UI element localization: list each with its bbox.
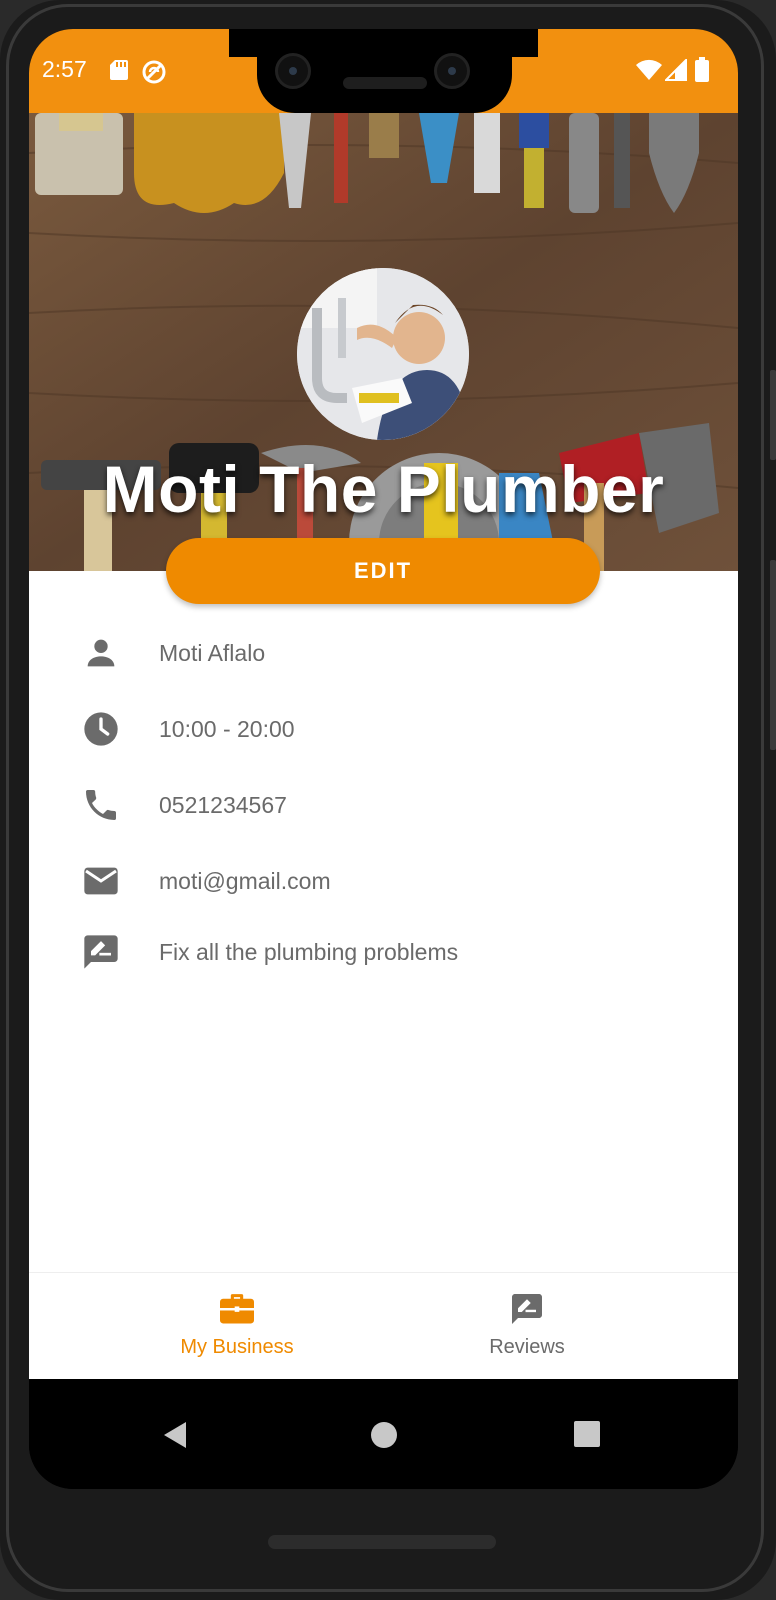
phone-text: 0521234567 [159, 792, 287, 818]
phone-icon [86, 790, 116, 820]
back-icon[interactable] [162, 1420, 188, 1450]
description-text: Fix all the plumbing problems [159, 939, 459, 965]
signal-icon [665, 59, 687, 81]
description-icon [84, 935, 118, 969]
email-text: moti@gmail.com [159, 868, 331, 894]
battery-icon [695, 57, 709, 82]
system-navigation-bar [29, 1379, 738, 1489]
power-button [770, 370, 776, 460]
phone-row[interactable]: 0521234567 [29, 775, 738, 835]
person-icon [87, 639, 115, 667]
phone-frame: 2:57 Moti The Plumber Moti Aflalo 10:00 … [0, 0, 776, 1600]
front-camera [275, 53, 311, 89]
profile-header: Moti The Plumber [29, 113, 738, 571]
recents-icon[interactable] [574, 1421, 600, 1447]
volume-button [770, 560, 776, 750]
owner-name-row: Moti Aflalo [29, 623, 738, 683]
briefcase-icon [220, 1294, 254, 1324]
nav-item-my-business[interactable]: My Business [117, 1273, 357, 1380]
sd-card-icon [110, 60, 128, 80]
description-row: Fix all the plumbing problems [29, 922, 738, 982]
status-bar: 2:57 [29, 29, 738, 113]
status-time: 2:57 [42, 56, 87, 82]
hours-text: 10:00 - 20:00 [159, 716, 295, 742]
profile-avatar [297, 268, 469, 440]
email-row[interactable]: moti@gmail.com [29, 851, 738, 911]
hours-row: 10:00 - 20:00 [29, 699, 738, 759]
business-details-panel: Moti Aflalo 10:00 - 20:00 0521234567 mot… [29, 571, 738, 1283]
notch-shoulder [510, 29, 538, 57]
business-name-title: Moti The Plumber [102, 452, 665, 526]
notch-shoulder [229, 29, 257, 57]
rate-review-icon [512, 1294, 542, 1324]
bottom-navigation: My Business Reviews [29, 1272, 738, 1380]
sync-icon [142, 60, 166, 84]
edit-button[interactable]: EDIT [166, 538, 600, 604]
plumber-photo [297, 268, 469, 440]
clock-icon [84, 712, 118, 746]
home-icon[interactable] [370, 1421, 398, 1449]
front-camera [434, 53, 470, 89]
owner-name-text: Moti Aflalo [159, 640, 266, 666]
bottom-speaker-grille [268, 1535, 496, 1549]
nav-label-my-business: My Business [180, 1336, 294, 1358]
screen: 2:57 Moti The Plumber Moti Aflalo 10:00 … [29, 29, 738, 1489]
earpiece [343, 77, 427, 89]
nav-label-reviews: Reviews [489, 1336, 565, 1358]
nav-item-reviews[interactable]: Reviews [407, 1273, 647, 1380]
email-icon [84, 867, 118, 895]
wifi-icon [636, 59, 662, 80]
